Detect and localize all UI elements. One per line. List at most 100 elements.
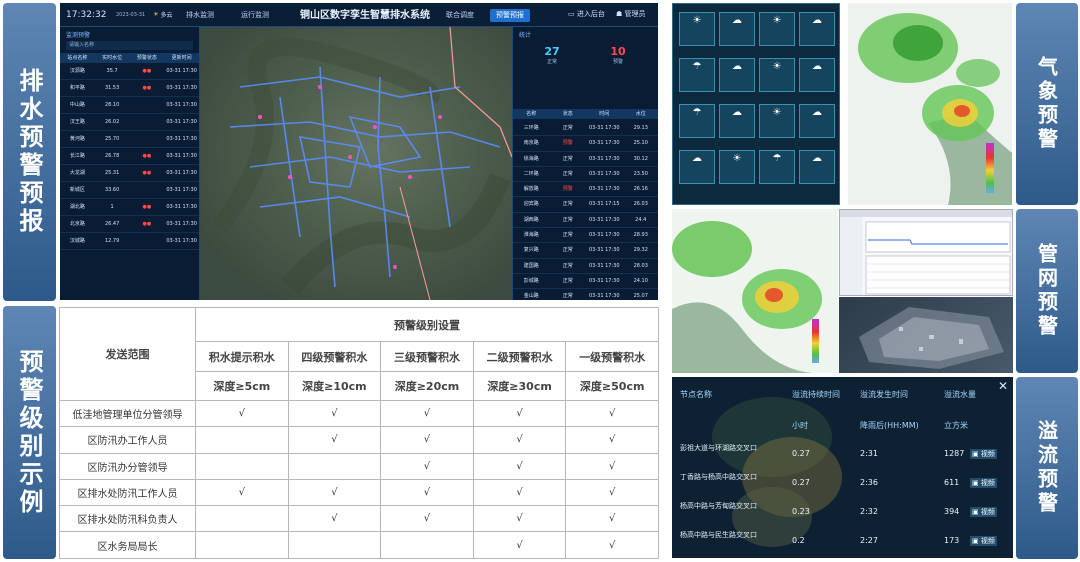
right-table-row[interactable]: 二环路 正常 03-31 17:30 23.50 xyxy=(513,167,658,183)
right-table-header: 名称 状态 时间 水位 xyxy=(513,109,658,119)
recipient-rows: 低洼地管理单位分管领导 √ √ √ √ √ 区防汛办工作人员 √ √ √ √ 区防汛办分管领导 √ √ √ 区… xyxy=(59,399,659,559)
check-cell: √ xyxy=(195,478,289,507)
right-table-row[interactable]: 复兴路 正常 03-31 17:30 29.32 xyxy=(513,243,658,259)
left-table-row[interactable]: 湖北路 1 ●● 03-31 17:30 xyxy=(60,199,199,216)
overflow-volume: 611 xyxy=(944,478,960,487)
left-cell: 25.70 xyxy=(104,136,120,142)
weather-card: ☀ xyxy=(759,12,795,46)
left-table-row[interactable]: 大龙湖 25.31 ●● 03-31 17:30 xyxy=(60,165,199,182)
right-table-row[interactable]: 金山路 正常 03-31 17:30 25.07 xyxy=(513,289,658,300)
right-table-row[interactable]: 彭城路 正常 03-31 17:30 24.10 xyxy=(513,274,658,290)
left-cell: 和平路 xyxy=(69,85,85,91)
level-name: 积水提示积水 xyxy=(195,341,289,372)
right-table-row[interactable]: 三环路 正常 03-31 17:30 29.13 xyxy=(513,121,658,137)
weather-card: ☁ xyxy=(719,104,755,138)
right-table-row[interactable]: 淮海路 正常 03-31 17:30 28.93 xyxy=(513,228,658,244)
left-cell: 北京路 xyxy=(69,221,85,227)
level-depth: 深度≥30cm xyxy=(472,371,567,401)
check-cell: √ xyxy=(565,452,659,480)
tab-warning-forecast[interactable]: 预警预报 xyxy=(490,9,530,22)
right-table-row[interactable]: 湖西路 正常 03-31 17:30 24.4 xyxy=(513,213,658,229)
right-table-row[interactable]: 徐海路 正常 03-31 17:30 30.12 xyxy=(513,152,658,167)
overflow-header-time: 溢流发生时间 xyxy=(860,390,908,399)
right-cell: 预警 xyxy=(562,186,573,193)
label-overflow-warning: 溢流预警 xyxy=(1016,377,1078,559)
pipe-radar-image xyxy=(672,209,838,373)
video-label: 视频 xyxy=(980,479,995,487)
check-cell: √ xyxy=(287,399,382,428)
left-table-row[interactable]: 汉源路 35.7 ●● 03-31 17:30 xyxy=(60,63,199,80)
tab-operation-monitor[interactable]: 运行监测 xyxy=(235,9,275,22)
weather-icon: ☀ xyxy=(772,15,782,26)
left-cell: ●● xyxy=(142,68,152,74)
left-table-row[interactable]: 新城区 33.60 03-31 17:30 xyxy=(60,182,199,199)
right-cell: 复兴路 xyxy=(523,247,539,254)
monitor-icon: ▭ xyxy=(568,10,575,18)
weather-card: ☂ xyxy=(679,58,715,92)
user-menu[interactable]: ☗ 管理员 xyxy=(616,9,646,19)
overflow-node-name: 杨高中路与民生路交叉口 xyxy=(680,531,757,539)
overflow-duration: 0.27 xyxy=(792,478,810,487)
warning-count: 10 预警 xyxy=(610,45,626,65)
right-table-row[interactable]: 南京路 预警 03-31 17:30 25.10 xyxy=(513,136,658,152)
video-button[interactable]: ▣ 视频 xyxy=(970,536,997,546)
scope-header: 发送范围 xyxy=(59,307,196,401)
enter-backend-button[interactable]: ▭ 进入后台 xyxy=(568,9,605,19)
3d-city-model-image xyxy=(839,297,1013,373)
left-cell: ●● xyxy=(142,85,152,91)
weather-icon: ☁ xyxy=(732,15,742,26)
check-cell: √ xyxy=(472,452,567,480)
video-button[interactable]: ▣ 视频 xyxy=(970,478,997,488)
weather-card: ☂ xyxy=(759,150,795,184)
video-icon: ▣ xyxy=(972,508,981,516)
right-table-row[interactable]: 建国路 正常 03-31 17:30 28.03 xyxy=(513,259,658,274)
level-name: 二级预警积水 xyxy=(472,341,567,372)
check-cell: √ xyxy=(380,426,474,454)
right-cell: 03-31 17:30 xyxy=(588,293,620,300)
left-table-row[interactable]: 汉城路 12.79 03-31 17:30 xyxy=(60,233,199,250)
right-cell: 29.13 xyxy=(633,125,648,131)
drainage-dashboard: 17:32:32 2023-03-31 ☀ 多云 排水监测 运行监测 铜山区数字… xyxy=(60,3,658,300)
left-table-row[interactable]: 和平路 31.53 ●● 03-31 17:30 xyxy=(60,80,199,97)
tab-dispatch[interactable]: 联合调度 xyxy=(440,9,480,22)
left-cell: 03-31 17:30 xyxy=(166,102,197,108)
overflow-header-duration: 溢流持续时间 xyxy=(792,390,840,399)
satellite-map[interactable] xyxy=(200,27,512,300)
left-cell: 长江路 xyxy=(69,153,85,159)
level-name: 一级预警积水 xyxy=(565,341,659,372)
weather-card: ☁ xyxy=(799,58,835,92)
right-table-row[interactable]: 迎宾路 正常 03-31 17:15 26.03 xyxy=(513,197,658,213)
check-cell: √ xyxy=(380,399,474,428)
right-table-row[interactable]: 解放路 预警 03-31 17:30 26.16 xyxy=(513,182,658,198)
weather-icon: ☂ xyxy=(692,107,702,118)
left-cell: 25.31 xyxy=(104,170,120,176)
right-col-header: 时间 xyxy=(599,111,610,117)
video-button[interactable]: ▣ 视频 xyxy=(970,449,997,459)
right-cell: 二环路 xyxy=(523,170,539,177)
weather-card: ☁ xyxy=(679,150,715,184)
left-table-row[interactable]: 长江路 26.78 ●● 03-31 17:30 xyxy=(60,148,199,165)
left-table-row[interactable]: 汉王路 26.02 03-31 17:30 xyxy=(60,114,199,131)
weather-forecast-image: ☀ ☁ ☀ ☁ ☂ ☁ ☀ ☁ ☂ ☁ ☀ ☁ ☁ ☀ ☂ ☁ xyxy=(672,3,840,205)
video-button[interactable]: ▣ 视频 xyxy=(970,507,997,517)
right-cell: 徐海路 xyxy=(523,155,539,162)
left-cell xyxy=(130,182,165,198)
weather-icon: ☂ xyxy=(692,61,702,72)
recipient-row: 区防汛办分管领导 √ √ √ xyxy=(59,452,659,480)
right-col-header: 水位 xyxy=(635,111,646,117)
right-cell: 03-31 17:30 xyxy=(588,170,620,177)
search-input[interactable]: 请输入名称 xyxy=(66,41,193,50)
levels-header: 预警级别设置 xyxy=(195,307,659,342)
left-cell: 1 xyxy=(110,204,114,210)
right-cell: 三环路 xyxy=(523,125,539,131)
overflow-warning-panel: 节点名称 溢流持续时间 溢流发生时间 溢流水量 ✕ 小时 降雨后(HH:MM) … xyxy=(672,377,1013,558)
right-cell: 03-31 17:15 xyxy=(588,201,620,208)
check-cell: √ xyxy=(472,505,567,533)
tab-drainage-monitor[interactable]: 排水监测 xyxy=(180,9,220,22)
left-cell: 汉城路 xyxy=(69,238,85,244)
right-cell: 正常 xyxy=(562,201,573,208)
left-table-row[interactable]: 黄河路 25.70 03-31 17:30 xyxy=(60,131,199,148)
left-table-row[interactable]: 中山路 28.10 03-31 17:30 xyxy=(60,97,199,114)
left-table-row[interactable]: 北京路 26.47 ●● 03-31 17:30 xyxy=(60,216,199,233)
overflow-close-icon[interactable]: ✕ xyxy=(998,379,1008,393)
